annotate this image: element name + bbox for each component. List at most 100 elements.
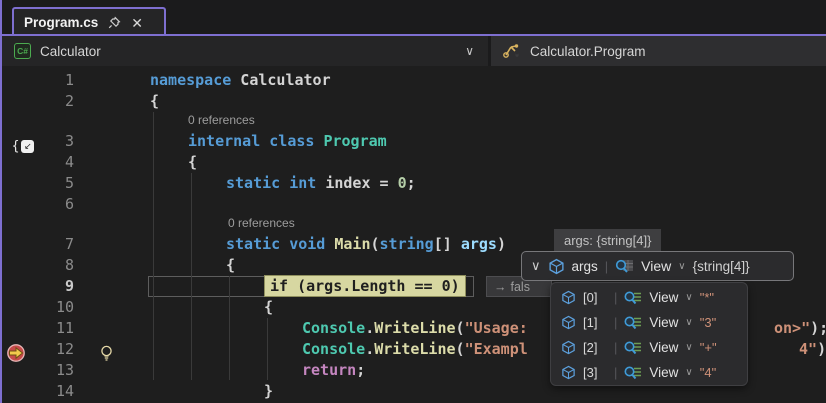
member-dropdown-label: Calculator.Program [530,44,646,59]
code-token: class [269,132,314,150]
code-token: return [302,361,356,379]
code-line[interactable]: 4{ [2,152,826,173]
codelens-references[interactable]: 0 references [228,214,295,233]
code-text[interactable]: static int index = 0; [226,173,416,194]
code-token: 4" [799,340,817,358]
datatip-child-row[interactable]: [3]|View∨"4" [551,360,747,385]
code-token [316,174,325,192]
vs-editor-window: Program.cs ✕ C# Calculator ∨ Calcula [0,0,826,403]
code-token: on>" [774,319,810,337]
code-token: static [226,174,280,192]
variable-cube-icon [561,315,576,330]
code-token: ( [456,319,465,337]
code-text[interactable]: internal class Program [188,131,387,152]
chevron-down-icon[interactable]: ∨ [685,367,692,378]
chevron-down-icon[interactable]: ∨ [685,292,692,303]
view-visualizer-icon[interactable] [624,315,642,331]
line-number: 6 [28,194,74,215]
code-token: void [289,235,325,253]
code-text[interactable]: } [264,381,273,402]
datatip-child-row[interactable]: [1]|View∨"3" [551,310,747,335]
code-text[interactable]: { [188,152,197,173]
line-number: 14 [28,381,74,402]
code-line[interactable]: 1namespace Calculator [2,70,826,91]
tab-program-cs[interactable]: Program.cs ✕ [12,7,166,36]
line-number: 7 [28,234,74,255]
chevron-down-icon[interactable]: ∨ [678,261,685,272]
chevron-down-icon[interactable]: ∨ [465,44,474,58]
code-token: int [289,174,316,192]
variable-cube-icon [561,340,576,355]
array-value: "*" [700,290,714,305]
variable-cube-icon [548,258,565,275]
code-token: { [150,92,159,110]
class-icon [503,43,521,59]
code-token: ( [456,340,465,358]
chevron-down-icon[interactable]: ∨ [685,342,692,353]
close-icon[interactable]: ✕ [131,16,143,30]
datatip-children-panel: [0]|View∨"*"[1]|View∨"3"[2]|View∨"+"[3]|… [550,282,748,386]
view-button[interactable]: View [649,365,678,380]
code-token: ; [407,174,416,192]
array-value: "4" [700,365,716,380]
code-text[interactable]: { [264,297,273,318]
view-button[interactable]: View [649,315,678,330]
view-button[interactable]: View [649,290,678,305]
code-text[interactable]: Console.WriteLine("Exampl [302,339,528,360]
navigation-bar: C# Calculator ∨ Calculator.Program [2,36,826,66]
code-token: . [365,340,374,358]
current-statement-highlight[interactable]: if (args.Length == 0) [264,275,466,297]
project-dropdown[interactable]: C# Calculator ∨ [2,36,488,66]
code-token: 0 [398,174,407,192]
code-token: { [264,298,273,316]
code-text[interactable]: namespace Calculator [150,70,331,91]
code-token [280,235,289,253]
code-token: Console [302,319,365,337]
line-number: 9 [28,276,74,297]
member-dropdown[interactable]: Calculator.Program [491,36,826,66]
datatip-child-row[interactable]: [0]|View∨"*" [551,285,747,310]
line-number: 11 [28,318,74,339]
code-token: args [461,235,497,253]
code-line[interactable]: 6 [2,194,826,215]
code-token: string [380,235,434,253]
view-visualizer-icon[interactable] [615,258,634,275]
code-token: } [264,382,273,400]
code-text[interactable]: return; [302,360,365,381]
array-index: [1] [583,315,607,330]
code-token: ); [810,319,826,337]
view-button[interactable]: View [649,340,678,355]
view-visualizer-icon[interactable] [624,340,642,356]
code-text[interactable]: { [150,91,159,112]
code-line[interactable]: 3 internal class Program [2,131,826,152]
codelens-references[interactable]: 0 references [188,111,255,130]
code-line[interactable]: 2{ [2,91,826,112]
code-token: ; [356,361,365,379]
view-visualizer-icon[interactable] [624,365,642,381]
code-token: if (args.Length == 0) [270,277,460,295]
line-number: 3 [28,131,74,152]
view-visualizer-icon[interactable] [624,290,642,306]
chevron-down-icon[interactable]: ∨ [685,317,692,328]
code-text[interactable]: on>"); [774,318,826,339]
code-token: Program [323,132,386,150]
code-token: index [325,174,370,192]
tab-bar: Program.cs ✕ [2,0,826,36]
code-token: WriteLine [374,319,455,337]
line-number: 5 [28,173,74,194]
datatip-child-row[interactable]: [2]|View∨"+" [551,335,747,360]
code-token: "Usage: [465,319,537,337]
code-text[interactable]: Console.WriteLine("Usage: [302,318,537,339]
expander-chevron-icon[interactable]: ∨ [531,258,541,274]
code-line[interactable]: 5 static int index = 0; [2,173,826,194]
code-text[interactable]: { [226,255,235,276]
code-token: { [188,153,197,171]
view-button[interactable]: View [641,258,671,274]
code-token: { [226,256,235,274]
datatip-args[interactable]: ∨ args | View ∨ {string[4]} [521,251,794,281]
pin-icon[interactable] [108,16,121,29]
code-token: internal [188,132,260,150]
code-text[interactable]: 4"); [799,339,826,360]
project-dropdown-label: Calculator [40,44,101,59]
code-text[interactable]: static void Main(string[] args) [226,234,506,255]
